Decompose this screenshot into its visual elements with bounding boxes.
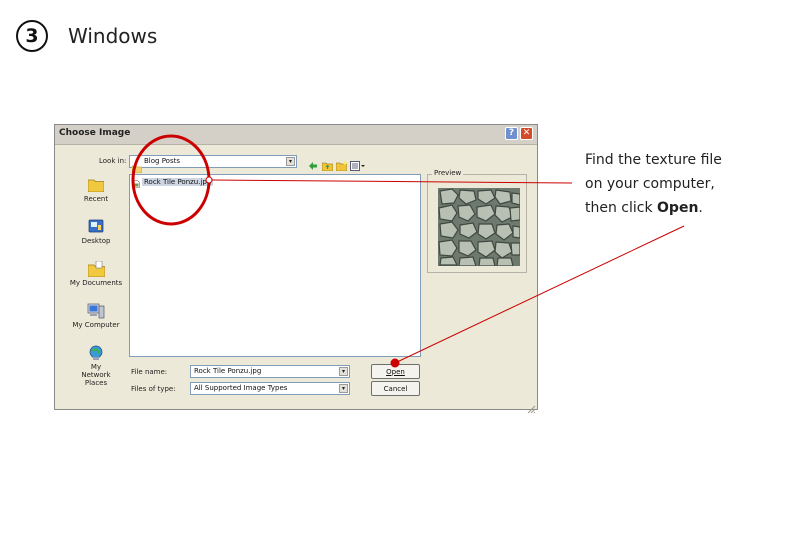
callout-open-emphasis: Open xyxy=(657,200,699,216)
open-pointer-line xyxy=(394,225,685,364)
callout-line-3-prefix: then click xyxy=(585,200,658,216)
open-pointer-dot xyxy=(390,358,400,368)
callout-line-3-suffix: . xyxy=(698,200,703,216)
callout-line-1: Find the texture file xyxy=(585,152,722,168)
file-pointer-dot xyxy=(205,176,213,184)
callout-line-2: on your computer, xyxy=(585,176,715,192)
highlight-circle xyxy=(131,134,211,226)
file-pointer-line xyxy=(211,179,573,184)
annotation-overlay xyxy=(131,134,685,368)
instruction-callout: Find the texture file on your computer, … xyxy=(585,148,785,220)
callout-line-3: then click Open. xyxy=(585,196,785,220)
